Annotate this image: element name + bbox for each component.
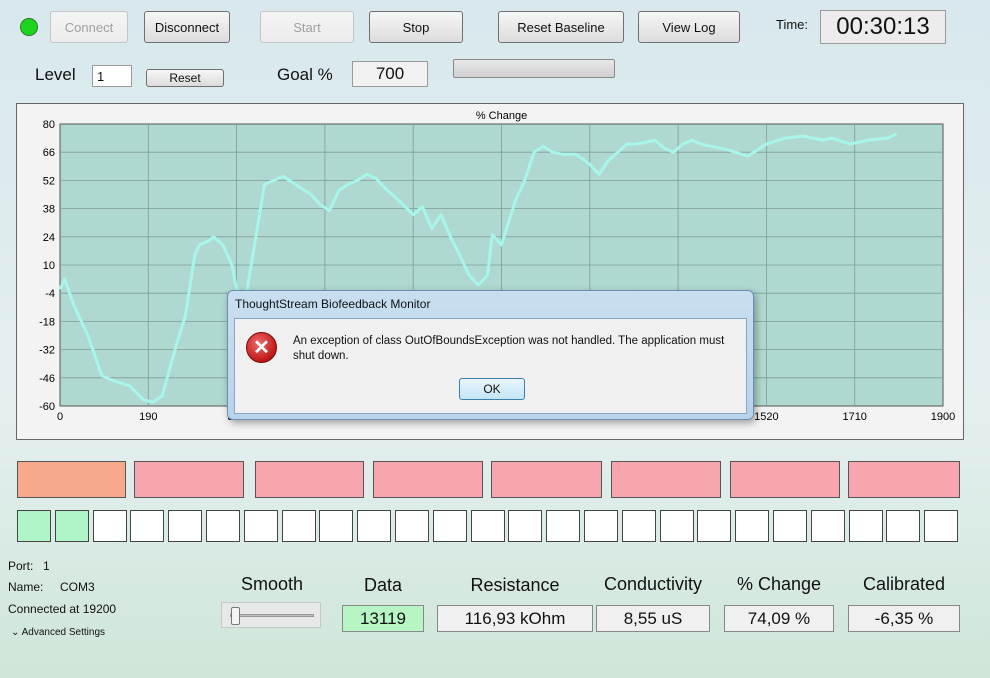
name-label: Name:	[8, 580, 44, 594]
slider-track	[230, 614, 314, 617]
progress-square	[130, 510, 164, 542]
chevron-down-icon: ⌄	[11, 627, 20, 638]
smooth-slider[interactable]	[221, 602, 321, 628]
time-display: 00:30:13	[820, 10, 946, 44]
error-dialog: ThoughtStream Biofeedback Monitor ✕ An e…	[227, 290, 754, 420]
advanced-settings-toggle[interactable]: ⌄ Advanced Settings	[11, 627, 105, 638]
goal-label: Goal %	[277, 65, 333, 84]
chart-title: % Change	[476, 110, 527, 122]
y-tick-label: -46	[39, 373, 55, 385]
progress-square	[773, 510, 807, 542]
level-tile	[730, 461, 840, 498]
y-tick-label: -4	[45, 288, 55, 300]
level-input[interactable]: 1	[92, 65, 132, 87]
calibrated-value: -6,35 %	[848, 605, 960, 632]
time-label: Time:	[776, 17, 809, 32]
view-log-button[interactable]: View Log	[638, 11, 740, 43]
error-icon: ✕	[246, 332, 277, 363]
progress-square	[660, 510, 694, 542]
port-label: Port:	[8, 559, 34, 573]
x-tick-label: 0	[57, 411, 63, 423]
goal-input[interactable]: 700	[352, 61, 428, 87]
level-reset-button[interactable]: Reset	[146, 69, 224, 87]
y-tick-label: 38	[43, 204, 55, 216]
progress-square	[244, 510, 278, 542]
calibrated-title: Calibrated	[862, 574, 946, 594]
status-indicator	[20, 18, 38, 36]
dialog-title: ThoughtStream Biofeedback Monitor	[235, 297, 431, 311]
progress-square	[508, 510, 542, 542]
data-value: 13119	[342, 605, 424, 632]
progress-square	[584, 510, 618, 542]
resistance-value: 116,93 kOhm	[437, 605, 593, 632]
level-tile	[134, 461, 244, 498]
x-tick-label: 1710	[842, 411, 866, 423]
dialog-message: An exception of class OutOfBoundsExcepti…	[293, 335, 725, 362]
level-label: Level	[35, 65, 76, 84]
ok-button[interactable]: OK	[459, 378, 525, 400]
reset-baseline-button[interactable]: Reset Baseline	[498, 11, 624, 43]
level-tile	[491, 461, 602, 498]
smooth-title: Smooth	[240, 574, 304, 594]
change-title: % Change	[736, 574, 822, 594]
x-tick-label: 190	[139, 411, 157, 423]
progress-square	[17, 510, 51, 542]
level-tile	[848, 461, 960, 498]
disconnect-button[interactable]: Disconnect	[144, 11, 230, 43]
x-tick-label: 1900	[931, 411, 955, 423]
progress-square	[924, 510, 958, 542]
progress-square	[811, 510, 845, 542]
y-tick-label: 24	[43, 232, 55, 244]
level-tile	[611, 461, 721, 498]
connected-status: Connected at 19200	[8, 602, 117, 616]
y-tick-label: 52	[43, 175, 55, 187]
dialog-body: ✕ An exception of class OutOfBoundsExcep…	[234, 318, 747, 414]
level-tile	[373, 461, 483, 498]
progress-square	[55, 510, 89, 542]
change-value: 74,09 %	[724, 605, 834, 632]
progress-square	[93, 510, 127, 542]
name-value: COM3	[60, 580, 95, 594]
slider-thumb[interactable]	[231, 607, 240, 625]
y-tick-label: 10	[43, 260, 55, 272]
progress-square	[282, 510, 316, 542]
progress-square	[546, 510, 580, 542]
data-title: Data	[363, 575, 403, 595]
conductivity-title: Conductivity	[603, 574, 703, 594]
progress-square	[735, 510, 769, 542]
progress-square	[168, 510, 202, 542]
y-tick-label: -18	[39, 316, 55, 328]
progress-square	[395, 510, 429, 542]
y-tick-label: -32	[39, 345, 55, 357]
progress-square	[319, 510, 353, 542]
port-value: 1	[43, 559, 50, 573]
progress-square	[849, 510, 883, 542]
x-tick-label: 1520	[754, 411, 778, 423]
start-button[interactable]: Start	[260, 11, 354, 43]
progress-square	[206, 510, 240, 542]
goal-progress-bar	[453, 59, 615, 78]
progress-square	[622, 510, 656, 542]
progress-square	[886, 510, 920, 542]
progress-square	[433, 510, 467, 542]
level-tile	[17, 461, 126, 498]
progress-square	[357, 510, 391, 542]
progress-square	[697, 510, 731, 542]
conductivity-value: 8,55 uS	[596, 605, 710, 632]
y-tick-label: 66	[43, 147, 55, 159]
advanced-settings-label: Advanced Settings	[21, 627, 106, 638]
progress-square	[471, 510, 505, 542]
connect-button[interactable]: Connect	[50, 11, 128, 43]
resistance-title: Resistance	[470, 575, 560, 595]
y-tick-label: -60	[39, 401, 55, 413]
stop-button[interactable]: Stop	[369, 11, 463, 43]
level-tile	[255, 461, 364, 498]
y-tick-label: 80	[43, 119, 55, 131]
